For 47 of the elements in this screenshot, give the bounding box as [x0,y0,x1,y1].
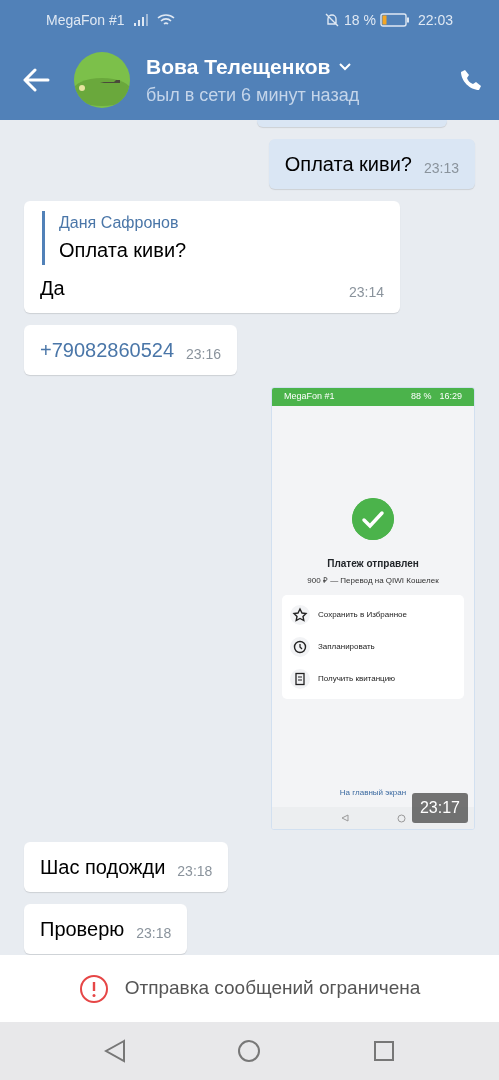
avatar[interactable] [74,52,130,108]
message-time: 23:18 [136,924,172,943]
back-nav-icon[interactable] [103,1039,126,1063]
message-time: 23:18 [177,862,213,881]
action-label: Сохранить в Избранное [318,609,407,621]
wifi-icon [156,13,175,27]
clock: 16:29 [439,390,462,404]
mute-bell-icon [324,12,341,28]
last-seen: был в сети 6 минут назад [146,84,361,108]
message-time: 23:16 [186,345,222,364]
signal-icon [132,14,149,26]
chevron-down-icon[interactable] [338,62,353,71]
home-nav-icon[interactable] [237,1039,262,1063]
warning-icon [78,973,109,1004]
carrier-name: MegaFon #1 [46,10,125,30]
message-time: 23:13 [423,159,459,178]
star-icon [290,605,310,625]
receipt-icon [290,669,310,689]
restriction-notice: Отправка сообщений ограничена [124,976,421,1001]
back-icon[interactable] [22,68,50,92]
battery-icon [379,13,410,27]
image-time: 23:17 [411,793,468,823]
action-label: Получить квитанцию [318,673,396,685]
battery-percent: 18 % [344,10,376,30]
home-link: На главный экран [338,787,408,799]
message-text: Шас подожди [40,855,166,880]
screenshot-image[interactable]: MegaFon #1 88 % 16:29 Платеж отправлен 900 ₽ — Перевод на QIWI Кошелек Сохранить в Избранное Запланировать Получить квитанцию На главный экран 23:17 [271,387,475,830]
action-label: Запланировать [318,641,375,653]
home-nav-icon [396,813,406,823]
phone-icon[interactable] [459,68,483,92]
message-text: Проверю [40,917,125,942]
phone-link[interactable]: +79082860524 [40,335,175,365]
checkmark-icon [352,498,394,540]
message-text: Да [40,276,65,301]
recents-nav-icon[interactable] [373,1040,396,1062]
quote-author: Даня Сафронов [59,213,180,233]
carrier-name: MegaFon #1 [284,390,335,404]
battery-percent: 88 % [410,390,432,404]
payment-subtitle: 900 ₽ — Перевод на QIWI Кошелек [307,575,439,587]
clock: 22:03 [417,10,453,30]
quote-text: Оплата киви? [59,238,188,263]
message-time: 23:14 [348,283,384,302]
back-nav-icon [340,814,349,822]
contact-name[interactable]: Вова Телещенков [146,50,331,83]
message-text: Оплата киви? [284,152,412,177]
payment-title: Платеж отправлен [327,557,419,571]
clock-icon [290,637,310,657]
